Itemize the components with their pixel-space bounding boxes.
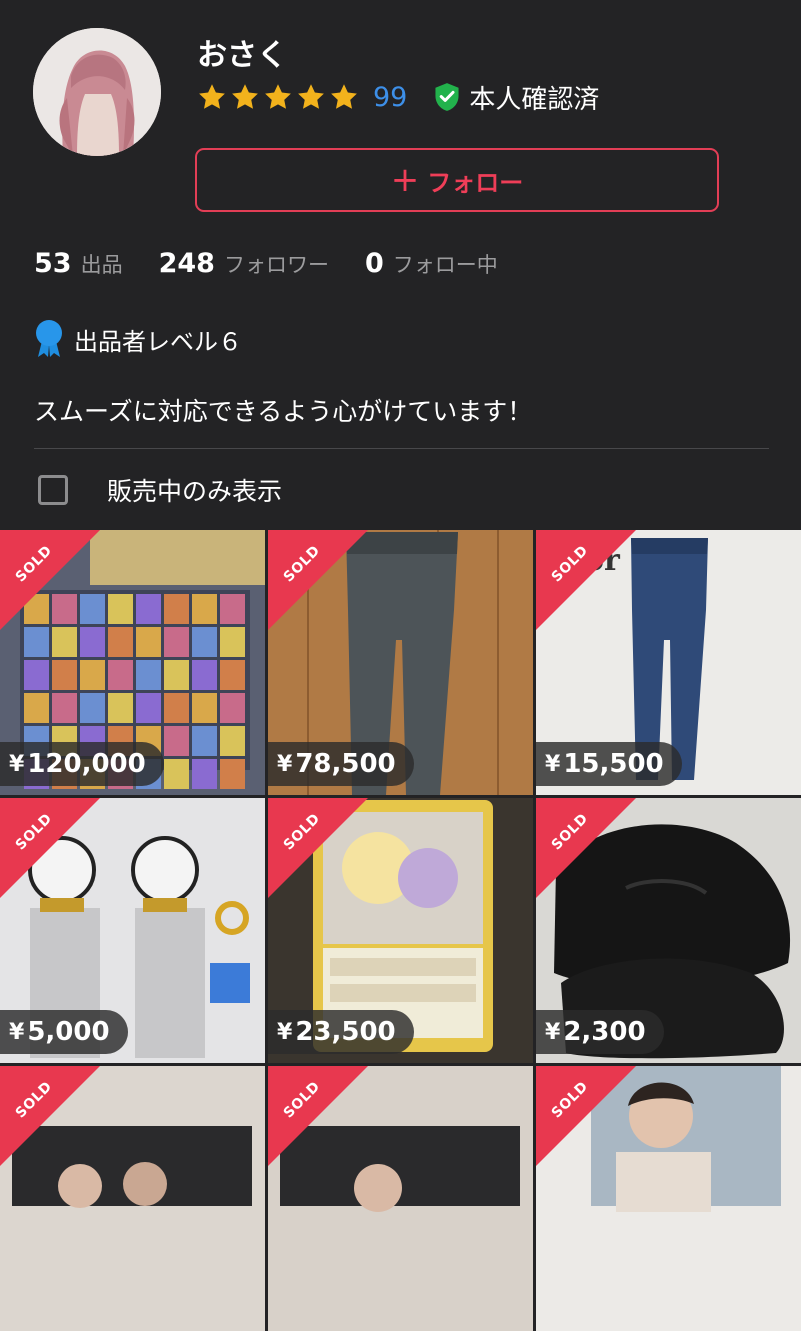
seller-level[interactable]: 出品者レベル６ (34, 318, 242, 360)
price-tag: ¥2,300 (536, 1010, 664, 1054)
sold-badge: SOLD (0, 798, 100, 898)
item-tile[interactable]: SOLD (536, 1066, 801, 1331)
on-sale-only-filter[interactable]: 販売中のみ表示 (38, 470, 282, 510)
divider (34, 448, 769, 449)
verified-badge: 本人確認済 (433, 79, 599, 116)
sold-badge: SOLD (536, 1066, 636, 1166)
card-thumbnail (192, 693, 217, 723)
card-thumbnail (108, 660, 133, 690)
bio-text: スムーズに対応できるよう心がけています！ (34, 397, 533, 426)
stat-label: フォロワー (223, 253, 329, 277)
card-thumbnail (192, 594, 217, 624)
card-thumbnail (136, 693, 161, 723)
card-thumbnail (52, 660, 77, 690)
sold-badge: SOLD (268, 1066, 368, 1166)
level-label: 出品者レベル６ (74, 327, 242, 356)
checkbox[interactable] (38, 475, 68, 505)
stat-listings[interactable]: 53 出品 (34, 248, 123, 279)
stat-number: 248 (158, 248, 215, 279)
card-thumbnail (80, 660, 105, 690)
item-tile[interactable]: or SOLD ¥15,500 (536, 530, 801, 795)
follow-button[interactable]: + フォロー (195, 148, 719, 212)
price-tag: ¥120,000 (0, 742, 164, 786)
item-tile[interactable]: SOLD ¥78,500 (268, 530, 533, 795)
card-thumbnail (80, 693, 105, 723)
stat-followers[interactable]: 248 フォロワー (159, 248, 329, 279)
card-thumbnail (24, 627, 49, 657)
sold-badge: SOLD (536, 798, 636, 898)
stat-label: 出品 (80, 253, 123, 277)
card-thumbnail (164, 627, 189, 657)
user-name: おさく (197, 38, 287, 73)
card-thumbnail (164, 726, 189, 756)
card-thumbnail (164, 660, 189, 690)
item-tile[interactable]: SOLD ¥5,000 (0, 798, 265, 1063)
card-thumbnail (220, 660, 245, 690)
card-thumbnail (108, 693, 133, 723)
card-thumbnail (220, 759, 245, 789)
filter-label: 販売中のみ表示 (107, 477, 283, 506)
item-tile[interactable]: SOLD ¥120,000 (0, 530, 265, 795)
card-thumbnail (192, 627, 217, 657)
card-thumbnail (108, 594, 133, 624)
star-icon (199, 84, 225, 109)
card-thumbnail (136, 660, 161, 690)
card-thumbnail (220, 726, 245, 756)
card-thumbnail (220, 627, 245, 657)
stat-number: 0 (364, 248, 384, 279)
follow-label: フォロー (427, 168, 524, 197)
stat-following[interactable]: 0 フォロー中 (365, 248, 498, 279)
card-thumbnail (192, 726, 217, 756)
verified-label: 本人確認済 (469, 84, 600, 115)
item-tile[interactable]: SOLD ¥23,500 (268, 798, 533, 1063)
card-thumbnail (136, 627, 161, 657)
card-thumbnail (108, 627, 133, 657)
rating-count[interactable]: 99 (373, 82, 407, 113)
card-thumbnail (136, 594, 161, 624)
sold-badge: SOLD (0, 530, 100, 630)
card-thumbnail (52, 627, 77, 657)
star-icon (298, 84, 324, 109)
stats-row: 53 出品 248 フォロワー 0 フォロー中 (34, 248, 534, 286)
rating-row[interactable]: 99 本人確認済 (197, 79, 599, 116)
price-tag: ¥5,000 (0, 1010, 128, 1054)
avatar[interactable] (33, 28, 161, 156)
shield-check-icon (435, 83, 459, 111)
price-tag: ¥78,500 (268, 742, 414, 786)
item-tile[interactable]: SOLD (268, 1066, 533, 1331)
card-thumbnail (52, 693, 77, 723)
stat-number: 53 (34, 248, 72, 279)
card-thumbnail (220, 594, 245, 624)
card-thumbnail (164, 759, 189, 789)
item-tile[interactable]: SOLD (0, 1066, 265, 1331)
star-rating (197, 82, 359, 112)
medal-icon (36, 320, 62, 357)
item-tile[interactable]: SOLD ¥2,300 (536, 798, 801, 1063)
card-thumbnail (164, 594, 189, 624)
star-icon (232, 84, 258, 109)
sold-badge: SOLD (536, 530, 636, 630)
stat-label: フォロー中 (392, 253, 498, 277)
card-thumbnail (164, 693, 189, 723)
price-tag: ¥23,500 (268, 1010, 414, 1054)
card-thumbnail (192, 660, 217, 690)
sold-badge: SOLD (268, 530, 368, 630)
star-icon (331, 84, 357, 109)
card-thumbnail (24, 693, 49, 723)
card-thumbnail (24, 660, 49, 690)
card-thumbnail (192, 759, 217, 789)
sold-badge: SOLD (268, 798, 368, 898)
card-thumbnail (220, 693, 245, 723)
plus-icon: + (390, 160, 420, 200)
profile-header: おさく 99 本人確認済 + フォロー 53 出品 248 フォロワー 0 フォ… (0, 0, 801, 530)
card-thumbnail (80, 627, 105, 657)
star-icon (265, 84, 291, 109)
price-tag: ¥15,500 (536, 742, 682, 786)
sold-badge: SOLD (0, 1066, 100, 1166)
